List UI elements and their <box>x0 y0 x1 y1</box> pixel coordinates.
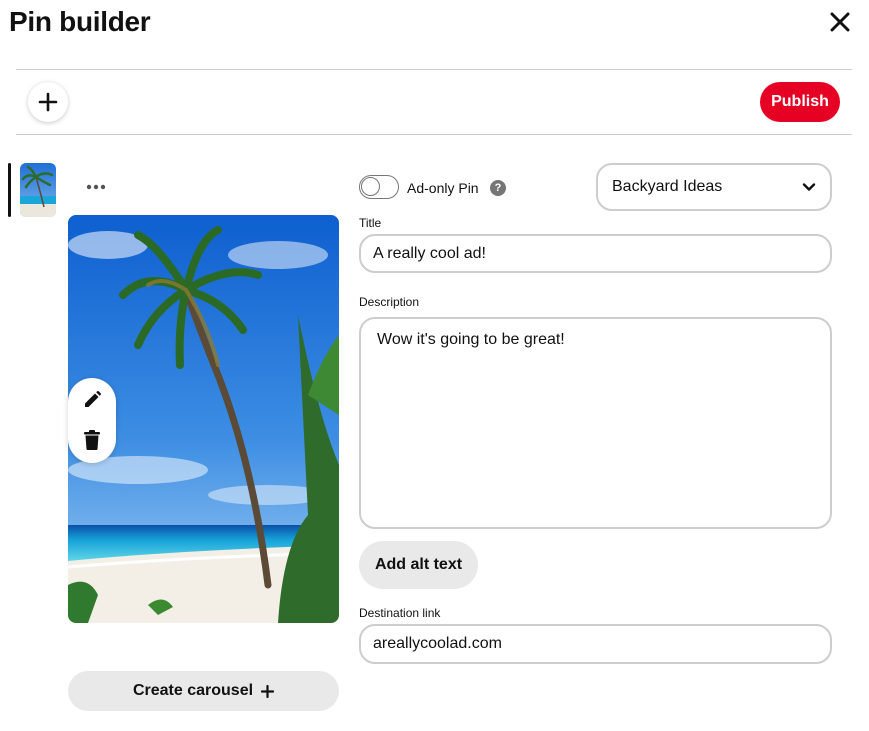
publish-button[interactable]: Publish <box>760 82 840 122</box>
ad-only-toggle[interactable] <box>359 175 399 199</box>
delete-image-button[interactable] <box>80 428 104 452</box>
description-label: Description <box>359 295 420 309</box>
plus-icon <box>261 684 275 698</box>
close-icon <box>830 12 850 32</box>
add-pin-button[interactable] <box>28 82 68 122</box>
create-carousel-button[interactable]: Create carousel <box>68 671 339 711</box>
destination-link-label: Destination link <box>359 606 441 620</box>
more-options-button[interactable] <box>82 175 110 199</box>
title-input[interactable]: A really cool ad! <box>359 234 832 273</box>
close-button[interactable] <box>824 6 856 38</box>
ellipsis-icon <box>86 184 106 190</box>
chevron-down-icon <box>802 183 816 191</box>
description-textarea[interactable]: Wow it's going to be great! <box>359 317 832 529</box>
page-title: Pin builder <box>9 6 151 37</box>
destination-link-value: areallycoolad.com <box>373 635 502 652</box>
toolbar-divider <box>16 134 852 135</box>
board-select-value: Backyard Ideas <box>612 178 723 195</box>
image-tools <box>68 378 116 463</box>
title-value: A really cool ad! <box>373 244 486 262</box>
description-value: Wow it's going to be great! <box>377 331 565 348</box>
edit-image-button[interactable] <box>80 388 104 412</box>
plus-icon <box>38 92 58 112</box>
title-label: Title <box>359 216 382 230</box>
help-icon[interactable]: ? <box>490 180 506 196</box>
destination-link-input[interactable]: areallycoolad.com <box>359 624 832 664</box>
top-divider <box>16 69 852 70</box>
toggle-knob <box>361 177 380 196</box>
board-select[interactable]: Backyard Ideas <box>596 163 832 211</box>
ad-only-label: Ad-only Pin <box>407 180 479 196</box>
trash-icon <box>84 430 100 450</box>
pencil-icon <box>85 390 102 407</box>
add-alt-text-button[interactable]: Add alt text <box>359 541 478 589</box>
pin-thumbnail[interactable] <box>20 163 56 217</box>
create-carousel-label: Create carousel <box>132 682 254 699</box>
selected-thumb-indicator <box>8 163 11 217</box>
